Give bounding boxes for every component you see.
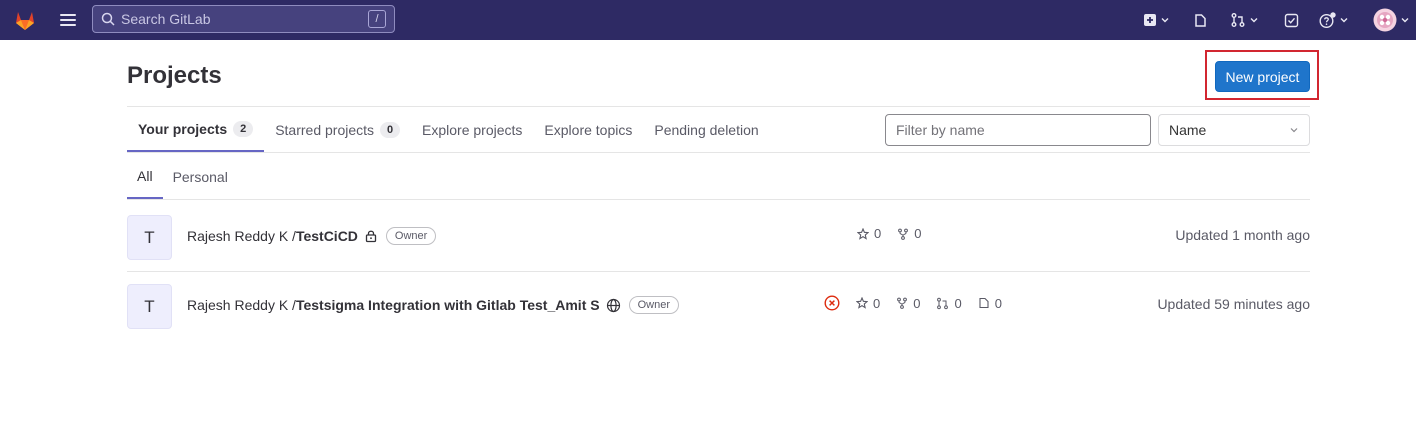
- search-box[interactable]: /: [92, 5, 395, 33]
- divider: [127, 106, 1310, 107]
- help-icon: [1319, 11, 1336, 28]
- chevron-down-icon: [1250, 18, 1258, 23]
- merge-request-icon: [1231, 13, 1245, 27]
- chevron-down-icon: [1161, 18, 1169, 23]
- fork-icon: [897, 297, 908, 309]
- subtab-all[interactable]: All: [127, 155, 163, 199]
- star-icon: [856, 297, 868, 309]
- subtab-label: All: [137, 168, 153, 184]
- divider: [127, 199, 1310, 200]
- help-dropdown[interactable]: [1319, 10, 1348, 30]
- menu-hamburger-icon[interactable]: [60, 11, 76, 29]
- project-namespace: Rajesh Reddy K /: [187, 228, 296, 244]
- project-name[interactable]: Testsigma Integration with Gitlab Test_A…: [296, 297, 600, 313]
- project-tabs: Your projects 2 Starred projects 0 Explo…: [127, 108, 770, 152]
- chevron-down-icon: [1340, 18, 1348, 23]
- chevron-down-icon: [1401, 18, 1409, 23]
- project-filter-subtabs: All Personal: [127, 155, 238, 199]
- updated-time: Updated 59 minutes ago: [1157, 296, 1310, 312]
- tab-label: Explore projects: [422, 122, 523, 138]
- top-navbar: /: [0, 0, 1416, 40]
- role-badge: Owner: [628, 296, 679, 314]
- project-stats: 0 0: [857, 226, 921, 241]
- user-menu-dropdown[interactable]: [1373, 7, 1409, 33]
- forks-stat[interactable]: 0: [896, 296, 920, 311]
- stars-stat[interactable]: 0: [856, 296, 880, 311]
- project-row: T Rajesh Reddy K / TestCiCD Owner 0 0 Up…: [127, 201, 1310, 269]
- fork-icon: [898, 228, 909, 240]
- issues-icon: [1195, 13, 1206, 27]
- forks-stat[interactable]: 0: [897, 226, 921, 241]
- sort-dropdown[interactable]: Name: [1158, 114, 1310, 146]
- updated-time: Updated 1 month ago: [1175, 227, 1310, 243]
- user-avatar: [1373, 8, 1397, 32]
- pipeline-failed-icon[interactable]: [824, 295, 840, 311]
- project-name[interactable]: TestCiCD: [296, 228, 358, 244]
- tab-count-badge: 2: [233, 121, 254, 137]
- merge-request-icon: [937, 297, 949, 309]
- new-project-button[interactable]: New project: [1215, 61, 1310, 92]
- forks-count: 0: [914, 226, 922, 241]
- filter-by-name-input[interactable]: [885, 114, 1151, 146]
- lock-icon: [365, 230, 377, 243]
- globe-icon: [606, 298, 620, 312]
- role-badge: Owner: [385, 227, 437, 245]
- merge-requests-stat[interactable]: 0: [936, 295, 962, 311]
- subtab-personal[interactable]: Personal: [163, 155, 238, 199]
- chevron-down-icon: [1290, 128, 1298, 133]
- divider: [127, 152, 1310, 153]
- tab-label: Your projects: [138, 121, 228, 137]
- stars-count: 0: [873, 295, 881, 311]
- stars-count: 0: [874, 226, 882, 241]
- issues-nav[interactable]: [1193, 10, 1208, 30]
- tab-label: Pending deletion: [654, 122, 759, 138]
- project-row: T Rajesh Reddy K / Testsigma Integration…: [127, 270, 1310, 338]
- tab-explore-topics[interactable]: Explore topics: [533, 108, 643, 152]
- tab-explore-projects[interactable]: Explore projects: [411, 108, 533, 152]
- issues-icon: [979, 297, 989, 309]
- highlight-box: New project: [1205, 50, 1319, 100]
- todo-checkbox-icon: [1284, 13, 1299, 27]
- tab-starred-projects[interactable]: Starred projects 0: [264, 108, 411, 152]
- page-title: Projects: [127, 62, 222, 89]
- project-title[interactable]: Rajesh Reddy K / Testsigma Integration w…: [187, 296, 679, 314]
- project-stats: 0 0 0 0: [824, 295, 1002, 311]
- tab-label: Explore topics: [544, 122, 633, 138]
- tab-label: Starred projects: [275, 122, 375, 138]
- gitlab-logo-icon[interactable]: [12, 7, 38, 33]
- tab-count-badge: 0: [380, 122, 401, 138]
- project-avatar[interactable]: T: [127, 215, 172, 260]
- issues-count: 0: [994, 295, 1002, 311]
- sort-selected-value: Name: [1169, 122, 1207, 138]
- search-icon: [101, 12, 115, 26]
- merge-requests-count: 0: [954, 295, 962, 311]
- issues-stat[interactable]: 0: [978, 296, 1002, 311]
- search-input[interactable]: [121, 11, 361, 27]
- plus-square-icon: [1144, 14, 1156, 26]
- forks-count: 0: [913, 295, 921, 311]
- create-new-dropdown[interactable]: [1143, 10, 1169, 30]
- tab-your-projects[interactable]: Your projects 2: [127, 108, 265, 152]
- project-avatar[interactable]: T: [127, 284, 172, 329]
- search-shortcut-key: /: [368, 10, 386, 28]
- stars-stat[interactable]: 0: [857, 226, 881, 241]
- todos-nav[interactable]: [1284, 10, 1299, 30]
- merge-requests-dropdown[interactable]: [1230, 10, 1258, 30]
- tab-pending-deletion[interactable]: Pending deletion: [643, 108, 769, 152]
- project-title[interactable]: Rajesh Reddy K / TestCiCD Owner: [187, 227, 437, 245]
- subtab-label: Personal: [172, 169, 228, 185]
- project-namespace: Rajesh Reddy K /: [187, 297, 296, 313]
- star-icon: [857, 227, 869, 240]
